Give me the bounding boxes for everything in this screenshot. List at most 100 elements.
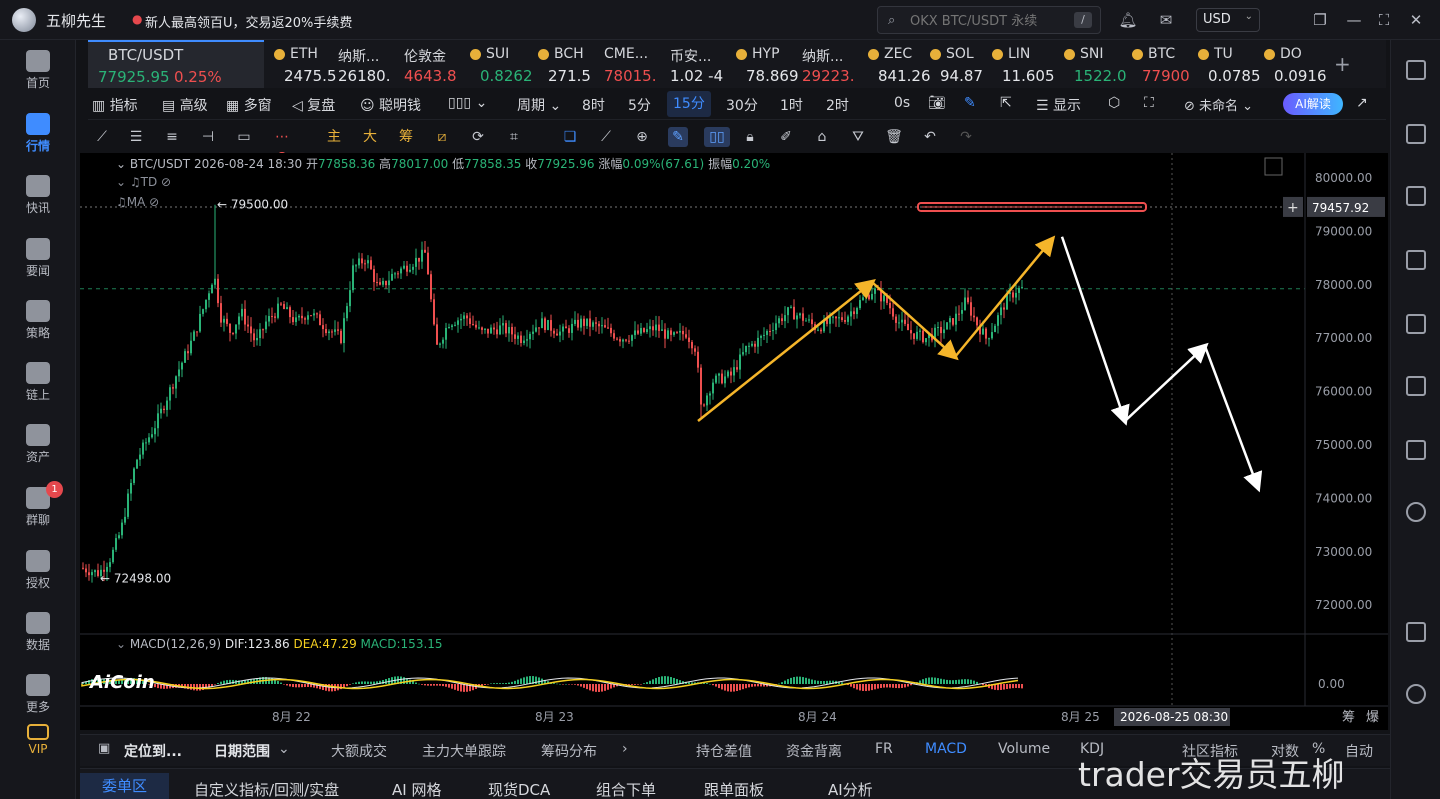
layout-name-select[interactable]: ⊘ 未命名 ⌄ bbox=[1184, 95, 1253, 114]
interval-8h[interactable]: 8时 bbox=[582, 95, 605, 115]
search-input[interactable] bbox=[910, 11, 1060, 31]
ticker-item[interactable]: LIN 11.605 bbox=[992, 40, 1056, 88]
advanced-button[interactable]: ▤ 高级 bbox=[162, 95, 208, 115]
indicator-tab-5[interactable]: FR bbox=[875, 741, 893, 757]
hlines-icon[interactable]: ≡ bbox=[162, 127, 182, 147]
search-box[interactable]: ⌕ / bbox=[877, 6, 1101, 34]
promo-banner[interactable]: 新人最高领百U，交易返20%手续费 bbox=[145, 12, 352, 31]
candles-icon[interactable]: ▯▯ bbox=[704, 127, 730, 147]
eye-off-icon[interactable]: ⊘ bbox=[145, 195, 159, 209]
ticker-item[interactable]: HYP 78.869 bbox=[736, 40, 800, 88]
panel-tab-1[interactable]: 自定义指标/回测/实盘 bbox=[194, 779, 339, 799]
indicators-button[interactable]: ▥ 指标 bbox=[92, 95, 138, 115]
parallel-lines-icon[interactable]: ☰ bbox=[126, 127, 146, 147]
ticker-item[interactable]: BTC 77900 bbox=[1132, 40, 1196, 88]
ticker-item[interactable]: ZEC 841.26 bbox=[868, 40, 932, 88]
interval-5m[interactable]: 5分 bbox=[628, 95, 651, 115]
trash-icon[interactable]: 🗑︎ bbox=[884, 127, 904, 147]
sidebar-item-9[interactable]: 数据 bbox=[0, 602, 76, 662]
export-icon[interactable]: ⇱ bbox=[1000, 95, 1012, 111]
ticker-item[interactable]: 伦敦金 4643.8 bbox=[404, 40, 468, 88]
robot-icon[interactable] bbox=[1406, 440, 1426, 460]
draw-pen-icon[interactable]: ✎ bbox=[668, 127, 688, 147]
settings-icon[interactable]: ⬡ bbox=[1108, 95, 1120, 111]
ticker-item[interactable]: 纳斯... 26180. bbox=[338, 40, 402, 88]
liquidation-corner-button[interactable]: 爆 bbox=[1366, 710, 1379, 725]
edit-icon[interactable]: ✐ bbox=[776, 127, 796, 147]
sidebar-item-10[interactable]: 更多 bbox=[0, 664, 76, 724]
camera-icon[interactable]: 📷︎ bbox=[928, 95, 946, 111]
bell-icon[interactable]: 🔔︎ bbox=[1118, 10, 1138, 30]
panel-tab-5[interactable]: 跟单面板 bbox=[704, 779, 764, 799]
sidebar-item-2[interactable]: 快讯 bbox=[0, 165, 76, 225]
eye-off-icon[interactable]: ⊘ bbox=[157, 175, 171, 189]
candle-type-icon[interactable]: ▯▯▯ ⌄ bbox=[448, 95, 487, 111]
indicator-tab-2[interactable]: 筹码分布 bbox=[541, 741, 597, 761]
etf-icon[interactable] bbox=[1406, 376, 1426, 396]
sidebar-item-3[interactable]: 要闻 bbox=[0, 228, 76, 288]
plus-icon[interactable]: + bbox=[1287, 200, 1299, 216]
indicator-tab-3[interactable]: 持仓差值 bbox=[696, 741, 752, 761]
interval-15m[interactable]: 15分 bbox=[667, 91, 711, 117]
layout-icon[interactable] bbox=[1406, 622, 1426, 642]
panel-tab-0[interactable]: 委单区 bbox=[80, 773, 170, 799]
indicator-tab-1[interactable]: 主力大单跟踪 bbox=[422, 741, 506, 761]
trend-icon[interactable] bbox=[1406, 250, 1426, 270]
add-ticker-icon[interactable]: + bbox=[1334, 52, 1351, 76]
close-icon[interactable]: ✕ bbox=[1406, 10, 1426, 30]
interval-2h[interactable]: 2时 bbox=[826, 95, 849, 115]
tag-icon[interactable]: ⌂ bbox=[812, 127, 832, 147]
lock-icon[interactable]: 🔒︎ bbox=[740, 127, 760, 147]
list-icon[interactable] bbox=[1406, 60, 1426, 80]
magnet-icon[interactable]: ⟳ bbox=[468, 127, 488, 147]
indicator-tab-12[interactable]: 自动 bbox=[1345, 741, 1373, 761]
exchange-icon[interactable] bbox=[1406, 502, 1426, 522]
collapse-icon[interactable]: ⌄ bbox=[116, 157, 130, 171]
locate-button[interactable]: 定位到... bbox=[124, 741, 182, 761]
sidebar-item-8[interactable]: 授权 bbox=[0, 540, 76, 600]
ticker-item[interactable]: SOL 94.87 bbox=[930, 40, 994, 88]
compare-icon[interactable]: ⧄ bbox=[432, 127, 452, 147]
expand-icon[interactable] bbox=[1264, 157, 1283, 176]
chevron-down-icon[interactable]: ⌄ bbox=[278, 741, 290, 757]
big-order-button[interactable]: 大 bbox=[360, 127, 380, 147]
minimize-icon[interactable]: — bbox=[1344, 10, 1364, 30]
ticker-item[interactable]: BCH 271.5 bbox=[538, 40, 602, 88]
multiwindow-button[interactable]: ▦ 多窗 bbox=[226, 95, 272, 115]
sidebar-item-4[interactable]: 策略 bbox=[0, 290, 76, 350]
redo-icon[interactable]: ↷ bbox=[956, 127, 976, 147]
replay-button[interactable]: ◁ 复盘 bbox=[292, 95, 335, 115]
undo-icon[interactable]: ↶ bbox=[920, 127, 940, 147]
period-select[interactable]: 周期 ⌄ bbox=[517, 95, 561, 115]
brush-icon[interactable]: ⌗ bbox=[504, 127, 524, 147]
ray-icon[interactable]: ⋯● bbox=[272, 127, 292, 165]
chevron-right-icon[interactable]: › bbox=[622, 741, 628, 757]
locate-icon[interactable]: ▣ bbox=[98, 741, 110, 756]
indicator-tab-4[interactable]: 资金背离 bbox=[786, 741, 842, 761]
ticker-item[interactable]: ETH 2475.5 bbox=[274, 40, 338, 88]
chips-button[interactable]: 筹 bbox=[396, 127, 416, 147]
panel-tab-3[interactable]: 现货DCA bbox=[488, 779, 550, 799]
ai-interpret-button[interactable]: AI解读 bbox=[1283, 93, 1343, 115]
copy-icon[interactable]: ❏ bbox=[560, 127, 580, 147]
panel-tab-2[interactable]: AI 网格 bbox=[392, 779, 441, 799]
ticker-item[interactable]: CME... 78015. bbox=[604, 40, 668, 88]
interval-1h[interactable]: 1时 bbox=[780, 95, 803, 115]
sidebar-item-11[interactable]: VIP bbox=[0, 718, 76, 778]
pen-icon[interactable]: ✎ bbox=[964, 95, 976, 111]
ticker-item[interactable]: TU 0.0785 bbox=[1198, 40, 1262, 88]
ruler-icon[interactable]: ⟋ bbox=[596, 127, 616, 147]
sidebar-item-6[interactable]: 资产 bbox=[0, 414, 76, 474]
rectangle-icon[interactable]: ▭ bbox=[234, 127, 254, 147]
indicator-ma[interactable]: ♫MA ⊘ bbox=[116, 195, 159, 209]
ticker-item[interactable]: DO 0.0916 bbox=[1264, 40, 1328, 88]
dollar-icon[interactable] bbox=[1406, 186, 1426, 206]
indicator-tab-0[interactable]: 大额成交 bbox=[331, 741, 387, 761]
date-range-select[interactable]: 日期范围 bbox=[214, 741, 270, 761]
ticker-item[interactable]: SUI 0.8262 bbox=[470, 40, 534, 88]
ticker-item[interactable]: SNI 1522.0 bbox=[1064, 40, 1128, 88]
indicator-tab-6[interactable]: MACD bbox=[925, 741, 967, 757]
window-mode-icon[interactable]: ❐ bbox=[1310, 10, 1330, 30]
avatar[interactable] bbox=[12, 8, 36, 32]
filter-icon[interactable]: ⛛ bbox=[848, 127, 868, 147]
